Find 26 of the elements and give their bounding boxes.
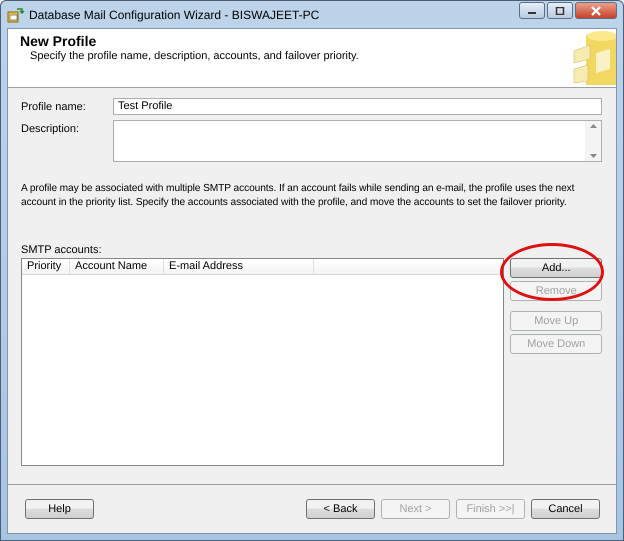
help-button[interactable]: Help	[25, 499, 94, 519]
app-icon	[7, 6, 25, 22]
minimize-button[interactable]	[519, 2, 545, 19]
profile-name-field[interactable]: Test Profile	[113, 98, 602, 115]
field-label: Description:	[21, 122, 80, 135]
side-button[interactable]: Add...	[510, 258, 602, 278]
page-subtitle: Specify the profile name, description, accounts, and failover priority.	[29, 50, 360, 62]
page-title: New Profile	[20, 33, 98, 49]
wizard-button[interactable]: Cancel	[531, 499, 600, 519]
maximize-icon	[555, 6, 565, 14]
accounts-table[interactable]: Priority Account Name E-mail Address	[21, 258, 504, 466]
window-title: Database Mail Configuration Wizard - BISWAJEET-PC	[29, 8, 320, 22]
info-text: A profile may be associated with multiple SMTP accounts. If an account fails while sending an e-mail, the profile uses the next account in the priority list. Specify the accounts associated with the profile, and move the accounts to set the failover priority.	[21, 182, 576, 210]
close-button[interactable]	[575, 2, 617, 19]
scroll-up-icon[interactable]	[590, 124, 596, 128]
column-header[interactable]: Priority	[22, 259, 70, 274]
wizard-button[interactable]: < Back	[306, 499, 375, 519]
smtp-accounts-label: SMTP accounts:	[21, 244, 102, 256]
column-header[interactable]: E-mail Address	[164, 259, 314, 274]
database-mail-drawing	[572, 29, 616, 85]
scroll-down-icon[interactable]	[590, 154, 596, 158]
maximize-button[interactable]	[547, 2, 573, 19]
close-icon	[590, 6, 602, 16]
column-header[interactable]: Account Name	[70, 259, 164, 274]
description-field[interactable]	[113, 120, 602, 162]
field-label: Profile name:	[21, 100, 87, 113]
